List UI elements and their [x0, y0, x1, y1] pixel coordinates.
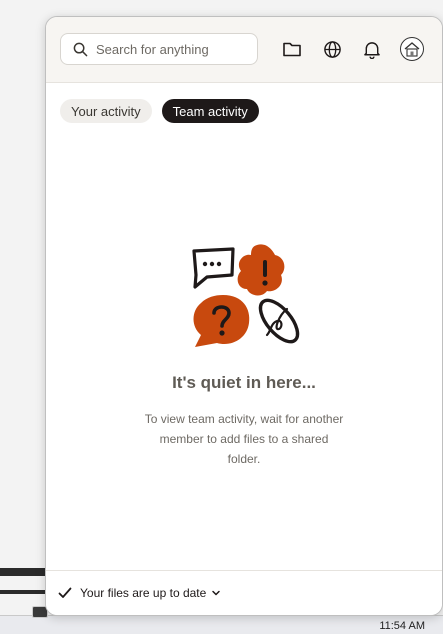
popup-header: [46, 17, 442, 83]
activity-popup: Your activity Team activity It's quiet i…: [45, 16, 443, 616]
globe-button[interactable]: [321, 38, 343, 60]
empty-state-illustration: [192, 244, 300, 347]
popup-footer: Your files are up to date: [46, 570, 442, 615]
sync-status-text: Your files are up to date: [80, 586, 207, 600]
taskbar: 11:54 AM: [0, 606, 443, 634]
search-icon: [73, 42, 88, 56]
tab-team-activity[interactable]: Team activity: [161, 99, 259, 123]
avatar[interactable]: [400, 37, 424, 61]
search-box[interactable]: [60, 33, 258, 65]
tab-your-activity[interactable]: Your activity: [60, 99, 152, 123]
folder-icon: [283, 42, 301, 57]
search-input[interactable]: [94, 40, 248, 58]
chevron-down-icon: [212, 590, 221, 596]
activity-tabs: Your activity Team activity: [60, 99, 259, 123]
avatar-house-icon: [404, 42, 420, 57]
checkmark-icon: [58, 587, 72, 598]
empty-state-title: It's quiet in here...: [172, 373, 316, 392]
folder-button[interactable]: [281, 38, 303, 60]
desktop-strip: [0, 568, 48, 576]
bell-icon: [364, 41, 380, 59]
sync-status-button[interactable]: Your files are up to date: [58, 586, 221, 600]
desktop-strip: [0, 590, 48, 594]
empty-state-body: To view team activity, wait for another …: [144, 412, 344, 466]
notifications-button[interactable]: [361, 38, 383, 60]
globe-icon: [323, 40, 341, 58]
taskbar-clock[interactable]: 11:54 AM: [379, 620, 425, 632]
